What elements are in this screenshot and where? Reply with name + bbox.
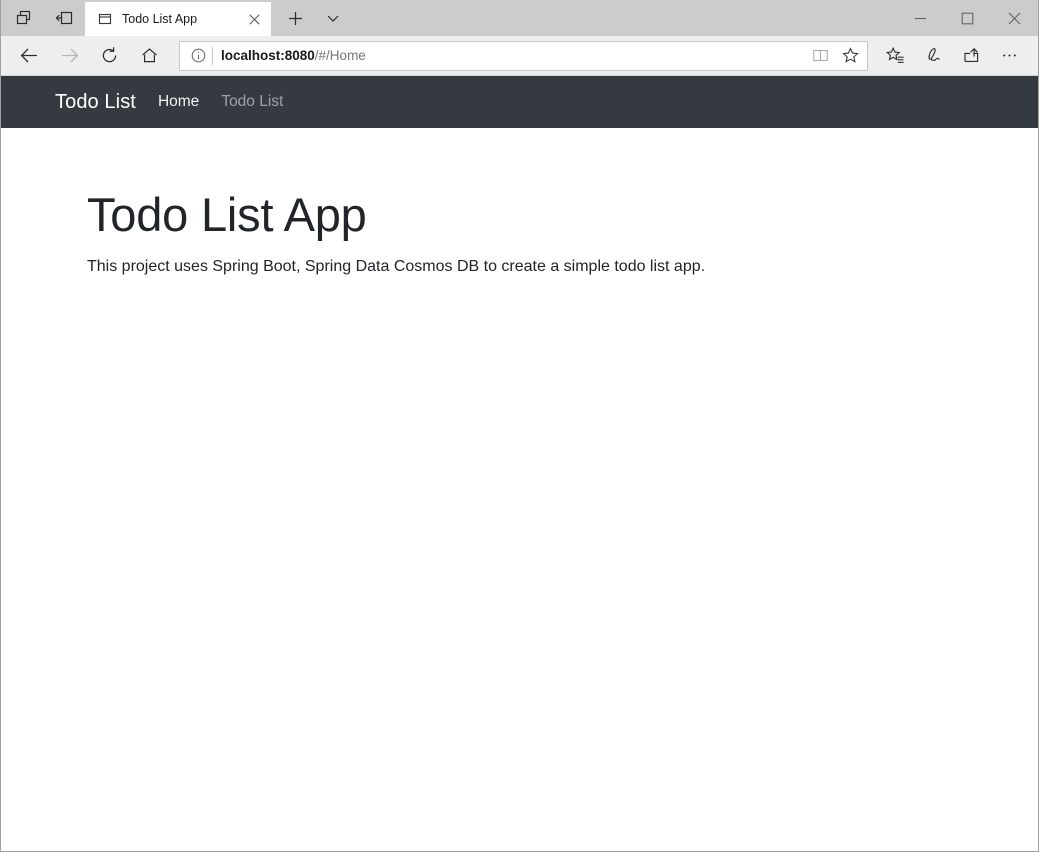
back-icon[interactable] <box>9 39 49 73</box>
page-title: Todo List App <box>87 190 1038 239</box>
page-viewport: Todo List Home Todo List Todo List App T… <box>1 76 1038 851</box>
nav-link-home[interactable]: Home <box>158 93 199 111</box>
set-aside-tabs-icon[interactable] <box>47 3 81 33</box>
home-icon[interactable] <box>129 39 169 73</box>
new-tab-icon[interactable] <box>277 2 313 34</box>
tab-title: Todo List App <box>122 12 234 26</box>
address-bar[interactable]: localhost:8080/#/Home <box>179 41 868 71</box>
forward-icon[interactable] <box>49 39 89 73</box>
browser-toolbar: localhost:8080/#/Home <box>1 36 1038 76</box>
close-tab-icon[interactable] <box>243 8 265 30</box>
favorite-star-icon[interactable] <box>835 42 865 70</box>
tab-strip-right-buttons <box>271 0 351 36</box>
url-path: /#/Home <box>315 48 366 63</box>
minimize-icon[interactable] <box>897 0 944 36</box>
close-window-icon[interactable] <box>991 0 1038 36</box>
navbar-links: Home Todo List <box>158 93 283 111</box>
browser-tab[interactable]: Todo List App <box>85 2 271 36</box>
share-icon[interactable] <box>952 39 990 73</box>
address-separator <box>212 47 213 65</box>
maximize-icon[interactable] <box>944 0 991 36</box>
toolbar-right-buttons <box>876 39 1030 73</box>
reading-view-icon[interactable] <box>805 42 835 70</box>
address-url-text: localhost:8080/#/Home <box>221 48 805 63</box>
more-options-icon[interactable] <box>990 39 1028 73</box>
page-lead-text: This project uses Spring Boot, Spring Da… <box>87 255 1038 278</box>
web-note-pen-icon[interactable] <box>914 39 952 73</box>
tab-strip: Todo List App <box>1 0 1038 36</box>
hub-favorites-icon[interactable] <box>876 39 914 73</box>
browser-window: Todo List App <box>0 0 1039 852</box>
url-host: localhost:8080 <box>221 48 315 63</box>
nav-link-todo-list[interactable]: Todo List <box>221 93 283 111</box>
chevron-down-icon[interactable] <box>315 2 351 34</box>
refresh-icon[interactable] <box>89 39 129 73</box>
site-navbar: Todo List Home Todo List <box>1 76 1038 128</box>
page-icon <box>97 11 113 27</box>
window-caption-buttons <box>897 0 1038 36</box>
navbar-brand[interactable]: Todo List <box>55 91 136 114</box>
tab-strip-left-buttons <box>1 0 85 36</box>
page-content: Todo List App This project uses Spring B… <box>1 128 1038 279</box>
tab-preview-icon[interactable] <box>7 3 41 33</box>
window-drag-region <box>351 0 897 36</box>
info-circle-icon[interactable] <box>186 44 210 68</box>
